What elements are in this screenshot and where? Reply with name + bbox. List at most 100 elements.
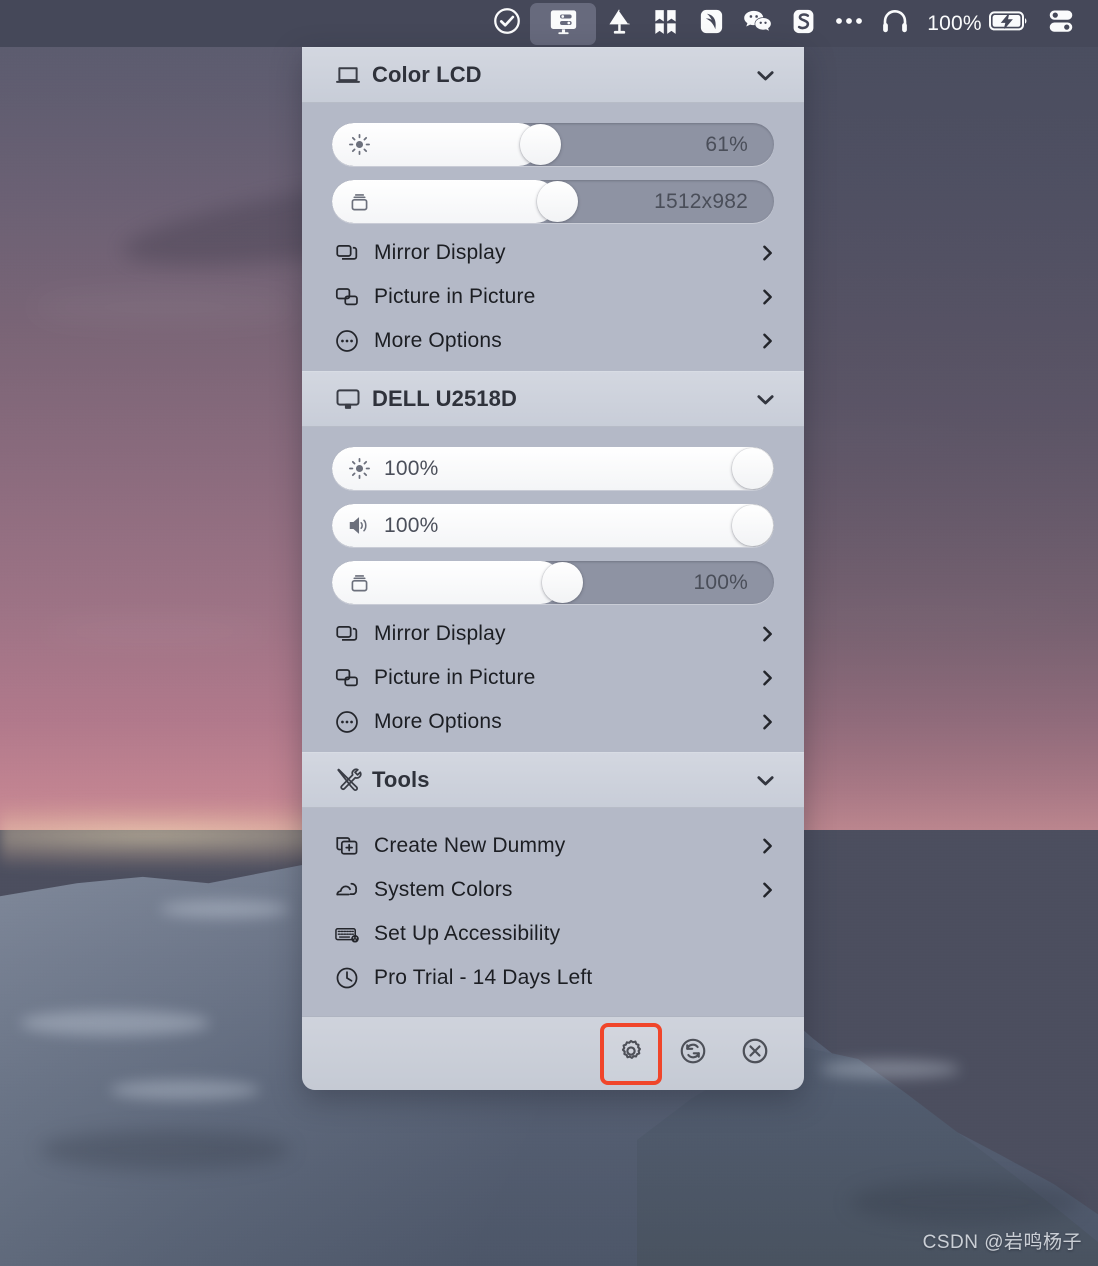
tools-hammer-wrench-icon (334, 766, 368, 794)
chevron-right-icon[interactable] (756, 879, 778, 901)
menubar-item-wing-app[interactable] (688, 4, 734, 44)
menu-row-picture-in-picture[interactable]: Picture in Picture (302, 656, 804, 700)
menubar-battery[interactable]: 100% (918, 4, 1038, 44)
menu-row-system-colors[interactable]: System Colors (302, 868, 804, 912)
slider-value-label: 100% (384, 456, 439, 480)
refresh-sync-icon (678, 1036, 708, 1071)
refresh-button[interactable] (664, 1025, 722, 1083)
menu-row-mirror-display[interactable]: Mirror Display (302, 612, 804, 656)
headphones-icon (880, 6, 910, 41)
menubar-item-display-settings[interactable] (530, 2, 596, 45)
menubar-item-checkmark-circle[interactable] (484, 4, 530, 44)
brightness-slider[interactable]: 100% (332, 447, 774, 490)
resolution-slider[interactable]: 1512x982 (332, 180, 774, 223)
clock-icon (334, 965, 370, 991)
row-label: Picture in Picture (374, 285, 536, 308)
display-settings-icon (548, 6, 579, 42)
chevron-down-icon[interactable] (753, 768, 778, 793)
section-title: Color LCD (372, 62, 482, 87)
chevron-right-icon[interactable] (756, 667, 778, 689)
menu-row-set-up-accessibility[interactable]: Set Up Accessibility (302, 912, 804, 956)
slider-knob[interactable] (519, 124, 561, 165)
battery-charging-icon (988, 9, 1029, 38)
resolution-stack-icon (341, 570, 377, 595)
section-header-color-lcd[interactable]: Color LCD (302, 47, 804, 103)
chevron-right-icon[interactable] (756, 242, 778, 264)
control-center-icon (1046, 6, 1076, 41)
section-dell-u2518d: DELL U2518D 100% 100% 100% Mirror Displa… (302, 371, 804, 752)
row-label: More Options (374, 329, 502, 352)
volume-slider[interactable]: 100% (332, 504, 774, 547)
menu-row-mirror-display[interactable]: Mirror Display (302, 231, 804, 275)
chevron-right-icon[interactable] (756, 623, 778, 645)
sogou-input-icon (789, 7, 818, 41)
section-title: Tools (372, 767, 430, 792)
slider-knob[interactable] (537, 181, 579, 222)
menu-row-create-new-dummy[interactable]: Create New Dummy (302, 824, 804, 868)
slider-knob[interactable] (732, 448, 773, 489)
volume-speaker-icon (341, 513, 377, 538)
section-body-color-lcd: 61% 1512x982 Mirror Display Picture in P… (302, 103, 804, 371)
wechat-icon (742, 6, 773, 42)
menubar-item-wechat[interactable] (734, 4, 780, 44)
menu-row-more-options[interactable]: More Options (302, 700, 804, 744)
mirror-display-icon (334, 240, 370, 266)
close-circle-icon (740, 1036, 770, 1071)
row-label: Picture in Picture (374, 666, 536, 689)
section-header-dell-u2518d[interactable]: DELL U2518D (302, 371, 804, 427)
slider-row-resolution: 1512x982 (302, 174, 804, 231)
chevron-down-icon[interactable] (753, 63, 778, 88)
section-body-dell-u2518d: 100% 100% 100% Mirror Display Picture in… (302, 427, 804, 752)
slider-knob[interactable] (732, 505, 773, 546)
menubar-item-headphones[interactable] (872, 4, 918, 44)
more-options-icon (334, 709, 370, 735)
row-label: System Colors (374, 878, 513, 901)
chevron-right-icon[interactable] (756, 286, 778, 308)
brightness-slider[interactable]: 61% (332, 123, 774, 166)
keyboard-accessibility-icon (334, 921, 370, 947)
laptop-display-icon (334, 61, 368, 89)
slider-knob[interactable] (541, 562, 583, 603)
section-body-tools: Create New Dummy System Colors Set Up Ac… (302, 808, 804, 1016)
menubar-item-control-center[interactable] (1038, 4, 1084, 44)
menu-row-picture-in-picture[interactable]: Picture in Picture (302, 275, 804, 319)
row-label: Mirror Display (374, 622, 506, 645)
quit-button[interactable] (726, 1025, 784, 1083)
menubar-item-ellipsis[interactable] (826, 4, 872, 44)
menu-row-more-options[interactable]: More Options (302, 319, 804, 363)
menubar-item-desk-lamp[interactable] (596, 4, 642, 44)
resolution-stack-icon (341, 189, 377, 214)
slider-value-label: 61% (705, 132, 748, 156)
section-header-tools[interactable]: Tools (302, 752, 804, 808)
desk-lamp-icon (604, 6, 635, 42)
menubar-item-bookmark-grid[interactable] (642, 4, 688, 44)
section-title: DELL U2518D (372, 386, 517, 411)
mirror-display-icon (334, 621, 370, 647)
system-colors-cloud-icon (334, 877, 370, 903)
chevron-right-icon[interactable] (756, 835, 778, 857)
checkmark-circle-icon (492, 6, 522, 41)
slider-row-brightness: 61% (302, 117, 804, 174)
chevron-down-icon[interactable] (753, 387, 778, 412)
section-color-lcd: Color LCD 61% 1512x982 Mirror Display Pi… (302, 47, 804, 371)
external-display-icon (334, 385, 368, 413)
wing-app-icon (697, 7, 726, 41)
chevron-right-icon[interactable] (756, 330, 778, 352)
create-new-dummy-icon (334, 833, 370, 859)
chevron-right-icon[interactable] (756, 711, 778, 733)
macos-menu-bar: 100% (0, 0, 1098, 47)
row-label: Set Up Accessibility (374, 922, 561, 945)
slider-value-label: 1512x982 (654, 189, 748, 213)
csdn-watermark: CSDN @岩鸣杨子 (922, 1232, 1082, 1253)
picture-in-picture-icon (334, 284, 370, 310)
menubar-item-sogou-input[interactable] (780, 4, 826, 44)
settings-button[interactable] (600, 1022, 662, 1085)
bookmark-grid-icon (651, 7, 680, 41)
menu-row-pro-trial[interactable]: Pro Trial - 14 Days Left (302, 956, 804, 1000)
brightness-sun-icon (341, 456, 377, 481)
resolution-slider[interactable]: 100% (332, 561, 774, 604)
slider-value-label: 100% (384, 513, 439, 537)
row-label: Mirror Display (374, 241, 506, 264)
brightness-sun-icon (341, 132, 377, 157)
slider-row-resolution: 100% (302, 555, 804, 612)
